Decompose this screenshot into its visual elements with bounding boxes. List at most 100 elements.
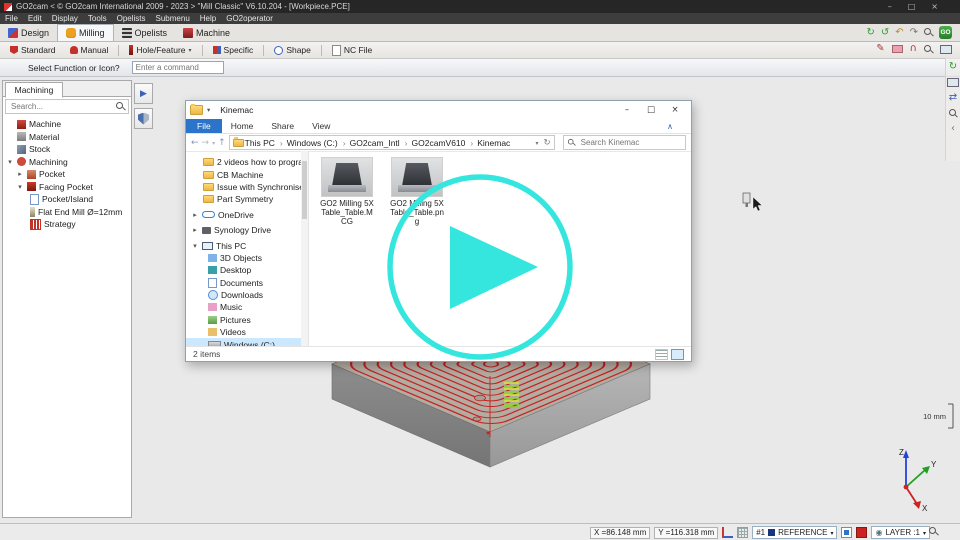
tree-item-pocket[interactable]: Pocket bbox=[3, 168, 131, 181]
address-dropdown-icon[interactable] bbox=[536, 138, 539, 148]
go2operator-badge[interactable]: GO bbox=[939, 26, 952, 39]
screen-capture-icon[interactable] bbox=[940, 45, 952, 54]
layer-selector[interactable]: LAYER :1 bbox=[871, 526, 930, 539]
thumbnail-view-button[interactable] bbox=[671, 349, 684, 360]
nav-item-folder[interactable]: Part Symmetry bbox=[186, 193, 308, 205]
specific-button[interactable]: Specific bbox=[207, 43, 260, 57]
nav-item-synology[interactable]: Synology Drive bbox=[186, 224, 308, 236]
close-button[interactable] bbox=[931, 0, 938, 13]
tree-item-flat-end-mill[interactable]: Flat End Mill Ø=12mm bbox=[3, 206, 131, 219]
explorer-tab-share[interactable]: Share bbox=[262, 121, 303, 131]
snap-checkbox[interactable] bbox=[841, 527, 852, 538]
expander-icon[interactable] bbox=[191, 242, 199, 250]
explorer-minimize-button[interactable] bbox=[615, 101, 639, 119]
menu-item-submenu[interactable]: Submenu bbox=[151, 14, 195, 23]
pan-icon[interactable] bbox=[949, 92, 957, 104]
menu-item-opelists[interactable]: Opelists bbox=[112, 14, 151, 23]
explorer-maximize-button[interactable] bbox=[639, 101, 663, 119]
tab-design[interactable]: Design bbox=[0, 24, 57, 41]
tree-item-material[interactable]: Material bbox=[3, 131, 131, 144]
menu-item-help[interactable]: Help bbox=[195, 14, 221, 23]
standard-button[interactable]: Standard bbox=[4, 43, 62, 57]
nav-item-music[interactable]: Music bbox=[186, 301, 308, 313]
work-plane-icon[interactable] bbox=[722, 527, 733, 538]
zoom-in-icon[interactable] bbox=[924, 28, 933, 37]
nav-item-3d-objects[interactable]: 3D Objects bbox=[186, 252, 308, 264]
crumb-kinemac[interactable]: Kinemac bbox=[466, 138, 510, 148]
nc-file-button[interactable]: NC File bbox=[326, 43, 378, 57]
reference-selector[interactable]: #1 REFERENCE bbox=[752, 526, 837, 539]
nav-item-desktop[interactable]: Desktop bbox=[186, 264, 308, 276]
active-color-swatch[interactable] bbox=[856, 527, 867, 538]
file-item-mcg[interactable]: GO2 Milling 5X Table_Table.MCG bbox=[319, 157, 375, 227]
details-view-button[interactable] bbox=[655, 349, 668, 360]
nav-item-pictures[interactable]: Pictures bbox=[186, 314, 308, 326]
crumb-windows-c[interactable]: Windows (C:) bbox=[276, 138, 338, 148]
grid-toggle-icon[interactable] bbox=[737, 527, 748, 538]
nav-item-folder[interactable]: CB Machine bbox=[186, 168, 308, 180]
view-preset-icon[interactable] bbox=[947, 78, 959, 87]
redo-icon[interactable] bbox=[910, 27, 918, 39]
explorer-titlebar[interactable]: ▾ Kinemac bbox=[186, 101, 691, 119]
command-input[interactable] bbox=[132, 61, 224, 74]
tree-item-strategy[interactable]: Strategy bbox=[3, 218, 131, 231]
measure-icon[interactable]: ✎ bbox=[876, 43, 884, 55]
file-item-png[interactable]: GO2 Milling 5X Table_Table.png bbox=[389, 157, 445, 227]
nav-item-onedrive[interactable]: OneDrive bbox=[186, 209, 308, 221]
explorer-search-input[interactable] bbox=[579, 137, 682, 148]
breadcrumb[interactable]: This PC Windows (C:) GO2cam_Intl GO2camV… bbox=[229, 135, 555, 150]
expander-icon[interactable] bbox=[6, 158, 14, 166]
explorer-tab-view[interactable]: View bbox=[303, 121, 339, 131]
crumb-go2camv610[interactable]: GO2camV610 bbox=[401, 138, 466, 148]
explorer-tab-home[interactable]: Home bbox=[222, 121, 263, 131]
expander-icon[interactable] bbox=[16, 183, 24, 191]
simulation-button[interactable]: ▶ bbox=[134, 83, 153, 104]
nav-item-folder[interactable]: Issue with Synchronised Tools bbox=[186, 181, 308, 193]
crumb-this-pc[interactable]: This PC bbox=[245, 138, 275, 148]
tab-opelists[interactable]: Opelists bbox=[114, 24, 176, 41]
menu-item-edit[interactable]: Edit bbox=[23, 14, 47, 23]
nav-item-folder[interactable]: 2 videos how to program a 3X Debr bbox=[186, 156, 308, 168]
nav-item-videos[interactable]: Videos bbox=[186, 326, 308, 338]
protection-button[interactable] bbox=[134, 108, 153, 129]
nav-item-downloads[interactable]: Downloads bbox=[186, 289, 308, 301]
maximize-button[interactable] bbox=[908, 0, 916, 13]
ribbon-collapse-icon[interactable]: ∧ bbox=[667, 122, 673, 131]
search-icon[interactable] bbox=[116, 102, 125, 111]
menu-item-tools[interactable]: Tools bbox=[83, 14, 112, 23]
tab-milling[interactable]: Milling bbox=[57, 24, 114, 41]
tree-search-input[interactable] bbox=[9, 101, 116, 112]
refresh-address-icon[interactable] bbox=[544, 138, 551, 148]
expander-icon[interactable] bbox=[191, 211, 199, 219]
crumb-go2cam-intl[interactable]: GO2cam_Intl bbox=[339, 138, 400, 148]
zoom-fit-icon[interactable] bbox=[949, 109, 958, 118]
rotate-view-icon[interactable] bbox=[949, 61, 957, 73]
regenerate-icon[interactable] bbox=[881, 27, 889, 39]
hole-feature-button[interactable]: Hole/Feature ▾ bbox=[123, 43, 197, 57]
manual-button[interactable]: Manual bbox=[64, 43, 115, 57]
tree-item-pocket-island[interactable]: Pocket/Island bbox=[3, 193, 131, 206]
menu-item-file[interactable]: File bbox=[0, 14, 23, 23]
expander-icon[interactable] bbox=[16, 170, 24, 178]
back-button[interactable] bbox=[191, 138, 199, 148]
nav-item-documents[interactable]: Documents bbox=[186, 277, 308, 289]
tab-machine[interactable]: Machine bbox=[175, 24, 238, 41]
menu-item-display[interactable]: Display bbox=[47, 14, 83, 23]
forward-button[interactable] bbox=[202, 138, 210, 148]
minimize-button[interactable] bbox=[888, 0, 892, 13]
eraser-icon[interactable] bbox=[892, 45, 903, 53]
refresh-icon[interactable] bbox=[866, 27, 874, 39]
titlebar[interactable]: GO2cam < © GO2cam International 2009 - 2… bbox=[0, 0, 960, 13]
history-chevron-icon[interactable] bbox=[212, 138, 215, 148]
expander-icon[interactable] bbox=[191, 226, 199, 234]
magnet-icon[interactable]: ∩ bbox=[910, 43, 917, 55]
undo-icon[interactable] bbox=[895, 27, 903, 39]
scrollbar-thumb[interactable] bbox=[302, 161, 307, 219]
tree-item-machining[interactable]: Machining bbox=[3, 156, 131, 169]
shape-button[interactable]: Shape bbox=[268, 43, 317, 57]
nav-item-this-pc[interactable]: This PC bbox=[186, 239, 308, 251]
explorer-file-pane[interactable]: GO2 Milling 5X Table_Table.MCG GO2 Milli… bbox=[309, 151, 691, 347]
quick-access-chevron-icon[interactable]: ▾ bbox=[207, 106, 210, 114]
tree-item-machine[interactable]: Machine bbox=[3, 118, 131, 131]
collapse-panel-icon[interactable] bbox=[951, 123, 955, 135]
